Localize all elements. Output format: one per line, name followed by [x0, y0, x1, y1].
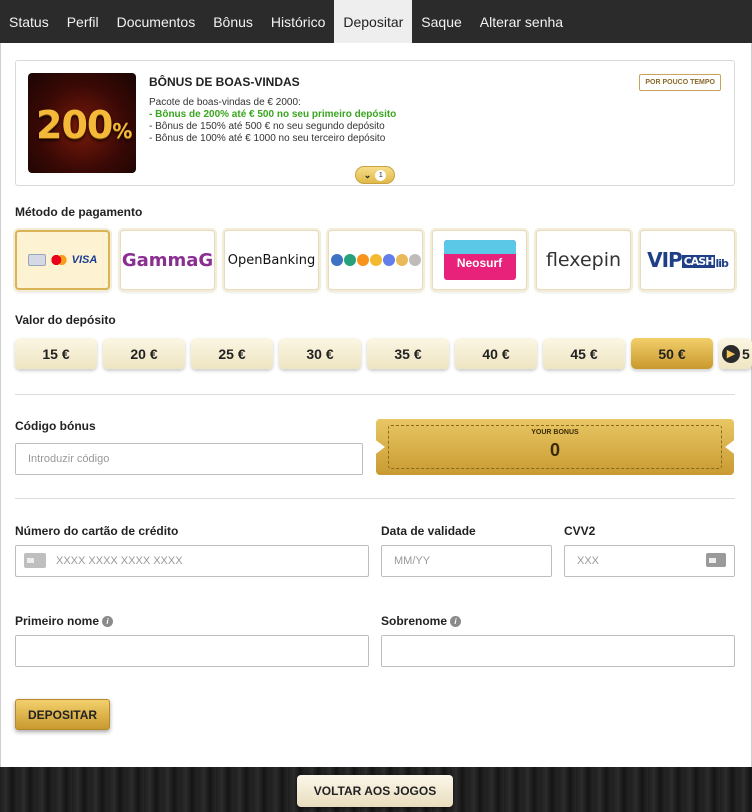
- divider: [15, 498, 735, 499]
- chevron-right-icon: ▶: [722, 344, 740, 363]
- welcome-bonus-card: 200% BÔNUS DE BOAS-VINDAS POR POUCO TEMP…: [15, 60, 735, 186]
- bonus-description: Pacote de boas-vindas de € 2000: - Bônus…: [149, 97, 396, 145]
- vip-text: VIP: [647, 248, 683, 272]
- bonus-code-input[interactable]: [15, 443, 363, 475]
- payment-method-neosurf[interactable]: Neosurf: [432, 230, 527, 290]
- flexepin-logo: flexepin: [545, 249, 622, 271]
- bonus-line-3: - Bônus de 100% até € 1000 no seu tercei…: [149, 133, 386, 144]
- amount-option-50[interactable]: 50 €: [631, 338, 713, 369]
- bonus-image: 200%: [28, 73, 136, 173]
- last-name-label: Sobrenome: [381, 614, 448, 628]
- limited-time-badge: POR POUCO TEMPO: [639, 74, 721, 91]
- info-icon[interactable]: i: [450, 616, 462, 628]
- bonus-image-percent: %: [112, 119, 132, 143]
- amount-option-25[interactable]: 25 €: [191, 338, 273, 369]
- tab-alterar-senha[interactable]: Alterar senha: [471, 0, 572, 43]
- expiry-label: Data de validade: [381, 524, 476, 538]
- amount-option-15[interactable]: 15 €: [15, 338, 97, 369]
- amount-option-45[interactable]: 45 €: [543, 338, 625, 369]
- amount-option-35[interactable]: 35 €: [367, 338, 449, 369]
- bonus-count-badge: 1: [375, 169, 387, 181]
- your-bonus-ticket: YOUR BONUS 0: [376, 419, 734, 475]
- cvv-card-icon: [706, 553, 726, 567]
- account-tabs: Status Perfil Documentos Bônus Histórico…: [0, 0, 752, 43]
- amount-option-30[interactable]: 30 €: [279, 338, 361, 369]
- bonus-intro: Pacote de boas-vindas de € 2000:: [149, 97, 301, 108]
- payment-method-crypto[interactable]: [328, 230, 423, 290]
- vipcash-logo: VIP CASH lib: [647, 248, 729, 272]
- divider: [15, 394, 735, 395]
- info-icon[interactable]: i: [102, 616, 114, 628]
- payment-method-openbanking[interactable]: OpenBanking: [224, 230, 319, 290]
- bonus-title: BÔNUS DE BOAS-VINDAS: [149, 75, 300, 89]
- last-name-label-row: Sobrenome i: [381, 614, 462, 628]
- tab-depositar[interactable]: Depositar: [334, 0, 413, 43]
- tab-historico[interactable]: Histórico: [262, 0, 334, 43]
- bonus-image-number: 200: [36, 103, 113, 147]
- tab-bonus[interactable]: Bônus: [204, 0, 262, 43]
- openbanking-logo: OpenBanking: [227, 252, 316, 268]
- bonus-line-2: - Bônus de 150% até 500 € no seu segundo…: [149, 121, 385, 132]
- maestro-icon: [27, 254, 46, 266]
- visa-logo: VISA: [71, 254, 98, 266]
- your-bonus-value: 0: [549, 440, 560, 460]
- back-to-games-button[interactable]: VOLTAR AOS JOGOS: [297, 775, 453, 807]
- lib-text: lib: [715, 257, 728, 270]
- payment-method-vipcash[interactable]: VIP CASH lib: [640, 230, 735, 290]
- payment-method-gammag[interactable]: GammaG: [120, 230, 215, 290]
- bonus-line-1: - Bônus de 200% até € 500 no seu primeir…: [149, 109, 397, 120]
- mastercard-icon: [49, 254, 68, 266]
- tab-status[interactable]: Status: [0, 0, 58, 43]
- payment-method-label: Método de pagamento: [15, 205, 143, 219]
- crypto-coins-icon: [330, 254, 421, 266]
- first-name-label-row: Primeiro nome i: [15, 614, 114, 628]
- cvv-label: CVV2: [564, 524, 596, 538]
- deposit-amount-label: Valor do depósito: [15, 313, 116, 327]
- card-number-input[interactable]: [15, 545, 369, 577]
- expiry-input[interactable]: [381, 545, 552, 577]
- payment-method-cards[interactable]: VISA: [15, 230, 110, 290]
- cash-text: CASH: [681, 255, 716, 268]
- deposit-button[interactable]: DEPOSITAR: [15, 699, 110, 730]
- first-name-input[interactable]: [15, 635, 369, 667]
- last-name-input[interactable]: [381, 635, 735, 667]
- tab-documentos[interactable]: Documentos: [108, 0, 205, 43]
- tab-perfil[interactable]: Perfil: [58, 0, 108, 43]
- card-number-label: Número do cartão de crédito: [15, 524, 179, 538]
- payment-method-flexepin[interactable]: flexepin: [536, 230, 631, 290]
- amount-next-button[interactable]: ▶ 5: [719, 338, 752, 369]
- credit-card-icon: [24, 553, 46, 568]
- gammag-logo: GammaG: [121, 249, 214, 271]
- chevron-down-icon: ⌄: [363, 169, 372, 180]
- bonus-code-label: Código bónus: [15, 419, 96, 433]
- your-bonus-label: YOUR BONUS: [531, 429, 579, 436]
- frame-border: [0, 43, 1, 767]
- amount-next-peek: 5: [742, 345, 750, 362]
- amount-option-40[interactable]: 40 €: [455, 338, 537, 369]
- first-name-label: Primeiro nome: [15, 614, 100, 628]
- tab-saque[interactable]: Saque: [412, 0, 470, 43]
- bonus-expand-button[interactable]: ⌄ 1: [355, 166, 395, 184]
- neosurf-text: Neosurf: [456, 256, 503, 270]
- neosurf-logo: Neosurf: [443, 240, 516, 280]
- amount-option-20[interactable]: 20 €: [103, 338, 185, 369]
